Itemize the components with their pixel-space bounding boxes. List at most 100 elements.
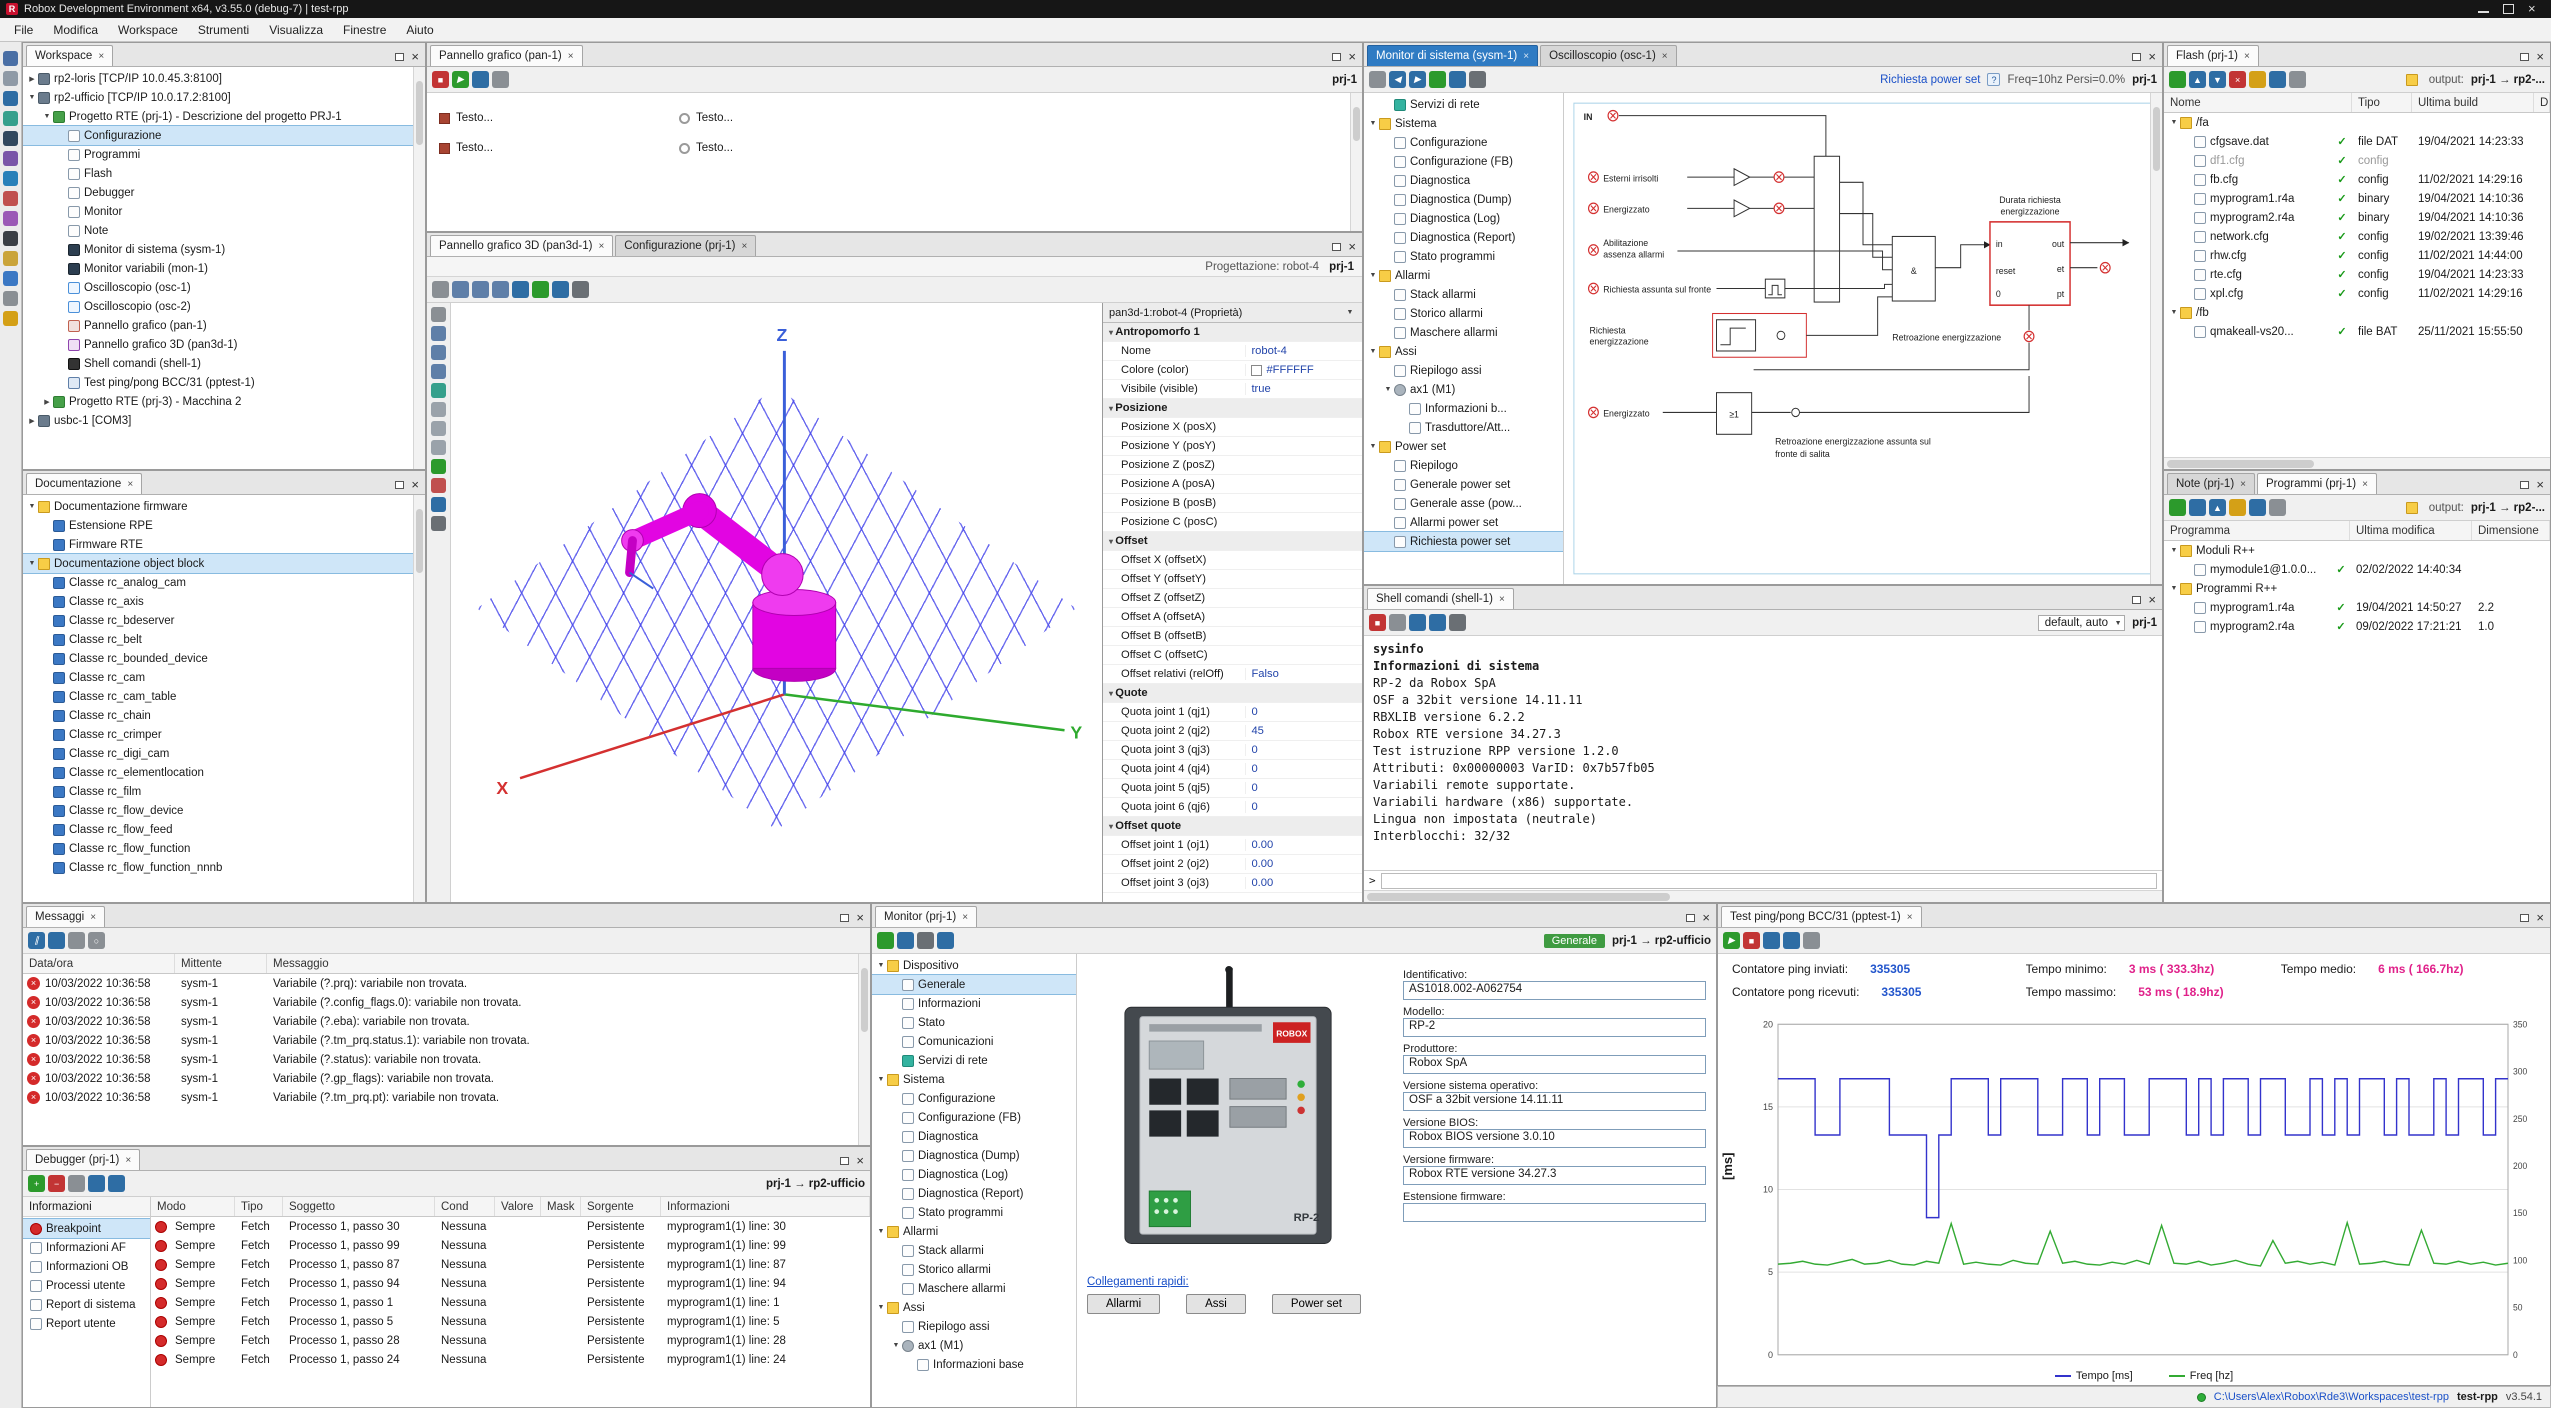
tree-item[interactable]: Riepilogo bbox=[1364, 456, 1563, 475]
breakpoint-row[interactable]: Sempre Fetch Processo 1, passo 99 Nessun… bbox=[151, 1236, 870, 1255]
close-panel-icon[interactable]: × bbox=[1348, 243, 1356, 251]
tree-item[interactable]: Informazioni bbox=[872, 994, 1076, 1013]
close-tab-icon[interactable]: × bbox=[1907, 912, 1913, 923]
tree-item[interactable]: Diagnostica (Dump) bbox=[872, 1146, 1076, 1165]
stop-icon[interactable]: ■ bbox=[432, 71, 449, 88]
field-value[interactable]: AS1018.002-A062754 bbox=[1403, 981, 1706, 1000]
float-panel-icon[interactable] bbox=[2520, 481, 2529, 489]
tree-item[interactable]: Allarmi bbox=[872, 1222, 1076, 1241]
tree-item[interactable]: Progetto RTE (prj-1) - Descrizione del p… bbox=[23, 107, 425, 126]
save-icon[interactable] bbox=[1449, 71, 1466, 88]
devices-icon[interactable] bbox=[3, 111, 18, 126]
grid-toggle-icon[interactable] bbox=[431, 459, 446, 474]
expander-icon[interactable] bbox=[41, 113, 53, 120]
message-row[interactable]: 10/03/2022 10:36:58 sysm-1 Variabile (?.… bbox=[23, 1050, 870, 1069]
property-row[interactable]: Posizione A (posA) bbox=[1103, 475, 1362, 494]
play-icon[interactable]: ▶ bbox=[452, 71, 469, 88]
shell-icon[interactable] bbox=[3, 231, 18, 246]
tree-item[interactable]: Classe rc_elementlocation bbox=[23, 763, 425, 782]
pin-icon[interactable] bbox=[1369, 71, 1386, 88]
property-row[interactable]: Offset joint 2 (oj2) 0.00 bbox=[1103, 855, 1362, 874]
tree-item[interactable]: Documentazione object block bbox=[23, 554, 425, 573]
column-header[interactable]: Programma bbox=[2164, 521, 2350, 540]
copy-icon[interactable] bbox=[1409, 614, 1426, 631]
close-panel-icon[interactable]: × bbox=[856, 914, 864, 922]
add-breakpoint-icon[interactable]: + bbox=[28, 1175, 45, 1192]
close-panel-icon[interactable]: × bbox=[1702, 914, 1710, 922]
tree-item[interactable]: Diagnostica bbox=[1364, 171, 1563, 190]
field-value[interactable] bbox=[1403, 1203, 1706, 1222]
tree-item[interactable]: Stato bbox=[872, 1013, 1076, 1032]
save-icon[interactable] bbox=[552, 281, 569, 298]
tree-item[interactable]: Assi bbox=[872, 1298, 1076, 1317]
property-row[interactable]: Visibile (visible) true bbox=[1103, 380, 1362, 399]
reset-icon[interactable] bbox=[1763, 932, 1780, 949]
close-tab-icon[interactable]: × bbox=[127, 479, 133, 490]
tree-item[interactable]: Classe rc_crimper bbox=[23, 725, 425, 744]
save-icon[interactable] bbox=[1429, 614, 1446, 631]
tree-item[interactable]: Power set bbox=[1364, 437, 1563, 456]
tab-debugger[interactable]: Debugger (prj-1)× bbox=[26, 1149, 140, 1170]
close-tab-icon[interactable]: × bbox=[2244, 51, 2250, 62]
shell-mode-select[interactable]: default, auto bbox=[2038, 615, 2125, 631]
tree-item[interactable]: Storico allarmi bbox=[872, 1260, 1076, 1279]
file-row[interactable]: rte.cfg ✓ config 19/04/2021 14:23:33 bbox=[2164, 265, 2550, 284]
tree-item[interactable]: Configurazione bbox=[1364, 133, 1563, 152]
tab-pan1[interactable]: Pannello grafico (pan-1)× bbox=[430, 45, 583, 66]
column-header[interactable]: Soggetto bbox=[283, 1197, 435, 1216]
tree-item[interactable]: Classe rc_belt bbox=[23, 630, 425, 649]
tree-item[interactable]: ax1 (M1) bbox=[872, 1336, 1076, 1355]
snapshot-icon[interactable] bbox=[431, 497, 446, 512]
tree-item[interactable]: Monitor variabili (mon-1) bbox=[23, 259, 425, 278]
tree-item[interactable]: Stack allarmi bbox=[1364, 285, 1563, 304]
expander-icon[interactable] bbox=[875, 1304, 887, 1311]
expander-icon[interactable] bbox=[1382, 386, 1394, 393]
tree-item[interactable]: Diagnostica bbox=[872, 1127, 1076, 1146]
column-header[interactable]: Mittente bbox=[175, 954, 267, 973]
tab-pan3d[interactable]: Pannello grafico 3D (pan3d-1)× bbox=[430, 235, 613, 256]
delete-icon[interactable]: × bbox=[2229, 71, 2246, 88]
close-tab-icon[interactable]: × bbox=[1499, 594, 1505, 605]
search-icon[interactable] bbox=[2269, 499, 2286, 516]
message-row[interactable]: 10/03/2022 10:36:58 sysm-1 Variabile (?.… bbox=[23, 974, 870, 993]
tree-item[interactable]: Classe rc_flow_device bbox=[23, 801, 425, 820]
close-panel-icon[interactable]: × bbox=[2148, 53, 2156, 61]
sidebar-item[interactable]: Informazioni OB bbox=[23, 1257, 150, 1276]
tree-item[interactable]: ax1 (M1) bbox=[1364, 380, 1563, 399]
expander-icon[interactable] bbox=[875, 1076, 887, 1083]
tree-item[interactable]: Dispositivo bbox=[872, 956, 1076, 975]
property-row[interactable]: Posizione C (posC) bbox=[1103, 513, 1362, 532]
close-panel-icon[interactable]: × bbox=[411, 53, 419, 61]
column-header[interactable]: Valore bbox=[495, 1197, 541, 1216]
expander-icon[interactable] bbox=[26, 560, 38, 567]
tree-item[interactable]: Documentazione firmware bbox=[23, 497, 425, 516]
folder-icon[interactable] bbox=[2229, 499, 2246, 516]
close-panel-icon[interactable]: × bbox=[1348, 53, 1356, 61]
file-row[interactable]: df1.cfg ✓ config bbox=[2164, 151, 2550, 170]
field-value[interactable]: Robox SpA bbox=[1403, 1055, 1706, 1074]
quick-link-button[interactable]: Allarmi bbox=[1087, 1294, 1160, 1314]
h-scrollbar[interactable] bbox=[1364, 890, 2162, 902]
select-icon[interactable] bbox=[432, 281, 449, 298]
scrollbar[interactable] bbox=[413, 495, 425, 902]
column-header[interactable]: Modo bbox=[151, 1197, 235, 1216]
play-icon[interactable]: ▶ bbox=[1723, 932, 1740, 949]
tree-item[interactable]: Monitor bbox=[23, 202, 425, 221]
refresh-icon[interactable] bbox=[2169, 499, 2186, 516]
pause-icon[interactable]: ∥ bbox=[28, 932, 45, 949]
property-row[interactable]: Posizione Z (posZ) bbox=[1103, 456, 1362, 475]
tree-item[interactable]: Oscilloscopio (osc-1) bbox=[23, 278, 425, 297]
print-icon[interactable] bbox=[917, 932, 934, 949]
property-row[interactable]: Quota joint 1 (qj1) 0 bbox=[1103, 703, 1362, 722]
float-panel-icon[interactable] bbox=[1332, 243, 1341, 251]
panel-widget[interactable]: Testo... bbox=[679, 142, 1350, 154]
home-icon[interactable] bbox=[1429, 71, 1446, 88]
close-panel-icon[interactable]: × bbox=[856, 1157, 864, 1165]
column-header[interactable]: Data/ora bbox=[23, 954, 175, 973]
breakpoint-row[interactable]: Sempre Fetch Processo 1, passo 5 Nessuna… bbox=[151, 1312, 870, 1331]
tree-item[interactable]: Classe rc_axis bbox=[23, 592, 425, 611]
save-icon[interactable] bbox=[2269, 71, 2286, 88]
tree-item[interactable]: Classe rc_cam_table bbox=[23, 687, 425, 706]
grid-icon[interactable] bbox=[532, 281, 549, 298]
orbit-tool-icon[interactable] bbox=[431, 326, 446, 341]
